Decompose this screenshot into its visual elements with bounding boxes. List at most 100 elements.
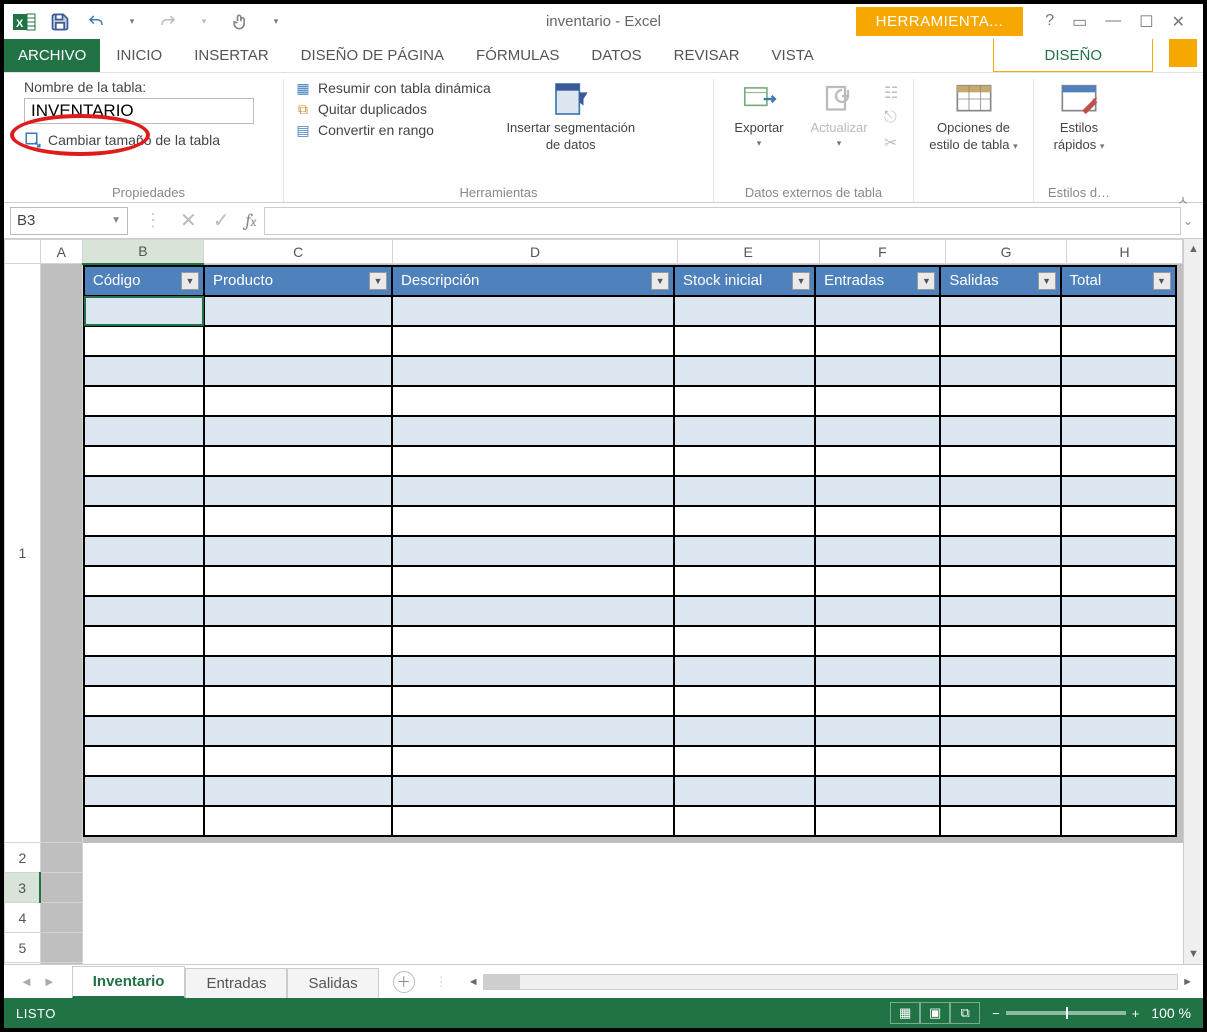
remove-duplicates-button[interactable]: ⧉ Quitar duplicados: [294, 100, 491, 118]
view-page-break-icon[interactable]: ⧉: [950, 1002, 980, 1024]
table-cell[interactable]: [1061, 716, 1176, 746]
formula-input[interactable]: [264, 207, 1181, 235]
table-cell[interactable]: [392, 356, 674, 386]
table-cell[interactable]: [815, 806, 940, 836]
table-cell[interactable]: [84, 446, 204, 476]
account-color-box[interactable]: [1169, 39, 1197, 67]
table-cell[interactable]: [392, 416, 674, 446]
table-cell[interactable]: [204, 746, 392, 776]
col-header-C[interactable]: C: [203, 240, 392, 264]
worksheet-grid[interactable]: ABCDEFGH1Código▼Producto▼Descripción▼Sto…: [4, 239, 1183, 964]
table-row[interactable]: [84, 536, 1176, 566]
table-cell[interactable]: [940, 776, 1060, 806]
table-cell[interactable]: [204, 536, 392, 566]
sheet-tab-salidas[interactable]: Salidas: [287, 968, 378, 998]
table-cell[interactable]: [674, 626, 815, 656]
insert-slicer-button[interactable]: Insertar segmentación de datos: [501, 79, 641, 153]
table-cell[interactable]: [940, 326, 1060, 356]
table-cell[interactable]: [392, 386, 674, 416]
table-cell[interactable]: [1061, 416, 1176, 446]
table-cell[interactable]: [1061, 566, 1176, 596]
table-row[interactable]: [84, 356, 1176, 386]
table-cell[interactable]: [940, 686, 1060, 716]
table-cell[interactable]: [392, 626, 674, 656]
table-cell[interactable]: [674, 566, 815, 596]
table-cell[interactable]: [392, 446, 674, 476]
table-cell[interactable]: [392, 656, 674, 686]
table-cell[interactable]: [940, 626, 1060, 656]
tab-vista[interactable]: VISTA: [756, 39, 830, 72]
table-cell[interactable]: [392, 476, 674, 506]
sheet-tab-inventario[interactable]: Inventario: [72, 966, 186, 999]
zoom-in-icon[interactable]: +: [1132, 1006, 1140, 1021]
table-cell[interactable]: [674, 716, 815, 746]
table-row[interactable]: [84, 686, 1176, 716]
row-header-2[interactable]: 2: [5, 843, 41, 873]
sheet-nav-prev-icon[interactable]: ◄: [20, 974, 33, 989]
col-header-B[interactable]: B: [82, 240, 203, 264]
fx-icon[interactable]: fx: [238, 210, 265, 231]
table-cell[interactable]: [940, 596, 1060, 626]
scroll-right-icon[interactable]: ►: [1182, 976, 1193, 988]
row-header-6[interactable]: 6: [5, 963, 41, 965]
select-all-cell[interactable]: [5, 240, 41, 264]
filter-dropdown-icon[interactable]: ▼: [792, 272, 810, 290]
new-sheet-button[interactable]: ＋: [393, 971, 415, 993]
table-cell[interactable]: [84, 356, 204, 386]
table-cell[interactable]: [674, 326, 815, 356]
table-cell[interactable]: [674, 656, 815, 686]
sheet-nav-next-icon[interactable]: ►: [43, 974, 56, 989]
table-cell[interactable]: [1061, 776, 1176, 806]
table-row[interactable]: [84, 386, 1176, 416]
table-cell[interactable]: [815, 746, 940, 776]
table-row[interactable]: [84, 566, 1176, 596]
table-header-4[interactable]: Entradas▼: [815, 266, 940, 296]
table-cell[interactable]: [1061, 476, 1176, 506]
table-cell[interactable]: [815, 566, 940, 596]
table-cell[interactable]: [204, 686, 392, 716]
table-cell[interactable]: [1061, 686, 1176, 716]
tab-diseno-pagina[interactable]: DISEÑO DE PÁGINA: [285, 39, 460, 72]
quick-styles-button[interactable]: Estilos rápidos ▾: [1044, 79, 1114, 153]
table-cell[interactable]: [940, 536, 1060, 566]
table-cell[interactable]: [674, 596, 815, 626]
table-cell[interactable]: [392, 746, 674, 776]
table-cell[interactable]: [84, 416, 204, 446]
table-cell[interactable]: [674, 686, 815, 716]
table-row[interactable]: [84, 746, 1176, 776]
ribbon-display-icon[interactable]: ▭: [1072, 12, 1087, 32]
redo-icon[interactable]: [154, 8, 182, 36]
qat-customize-icon[interactable]: ▾: [262, 8, 290, 36]
table-header-5[interactable]: Salidas▼: [940, 266, 1060, 296]
row-header-4[interactable]: 4: [5, 903, 41, 933]
table-name-input[interactable]: [24, 98, 254, 124]
table-cell[interactable]: [940, 356, 1060, 386]
table-cell[interactable]: [674, 296, 815, 326]
table-cell[interactable]: [674, 806, 815, 836]
export-dropdown-icon[interactable]: ▾: [757, 138, 762, 148]
table-cell[interactable]: [940, 566, 1060, 596]
filter-dropdown-icon[interactable]: ▼: [1038, 272, 1056, 290]
tab-revisar[interactable]: REVISAR: [658, 39, 756, 72]
col-header-F[interactable]: F: [819, 240, 945, 264]
table-cell[interactable]: [392, 506, 674, 536]
scroll-down-icon[interactable]: ▼: [1188, 948, 1199, 960]
table-row[interactable]: [84, 656, 1176, 686]
table-cell[interactable]: [940, 716, 1060, 746]
table-cell[interactable]: [204, 476, 392, 506]
tab-insertar[interactable]: INSERTAR: [178, 39, 284, 72]
table-row[interactable]: [84, 596, 1176, 626]
col-header-E[interactable]: E: [677, 240, 819, 264]
table-header-2[interactable]: Descripción▼: [392, 266, 674, 296]
table-cell[interactable]: [815, 686, 940, 716]
table-cell[interactable]: [815, 296, 940, 326]
table-cell[interactable]: [84, 626, 204, 656]
table-cell[interactable]: [674, 536, 815, 566]
table-cell[interactable]: [204, 656, 392, 686]
table-cell[interactable]: [204, 806, 392, 836]
table-cell[interactable]: [815, 326, 940, 356]
table-cell[interactable]: [815, 716, 940, 746]
view-page-layout-icon[interactable]: ▣: [920, 1002, 950, 1024]
table-cell[interactable]: [392, 596, 674, 626]
tab-datos[interactable]: DATOS: [575, 39, 657, 72]
